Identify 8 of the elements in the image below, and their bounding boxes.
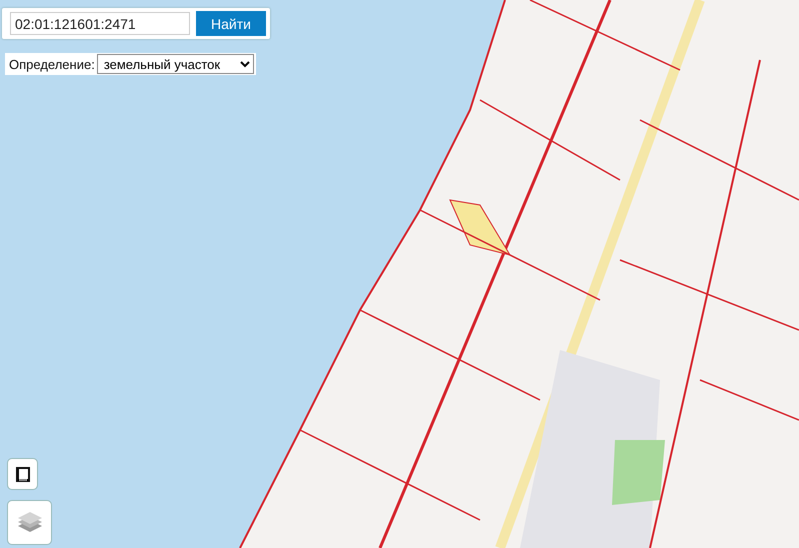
definition-select[interactable]: земельный участок [96,54,254,74]
layers-button[interactable] [7,500,52,545]
search-field[interactable]: 02:01:121601:2471 [10,12,190,35]
layers-icon [16,510,42,534]
ruler-icon [16,466,30,482]
ruler-button[interactable] [7,458,38,490]
search-button[interactable]: Найти [196,11,266,36]
definition-label: Определение: [9,56,95,72]
